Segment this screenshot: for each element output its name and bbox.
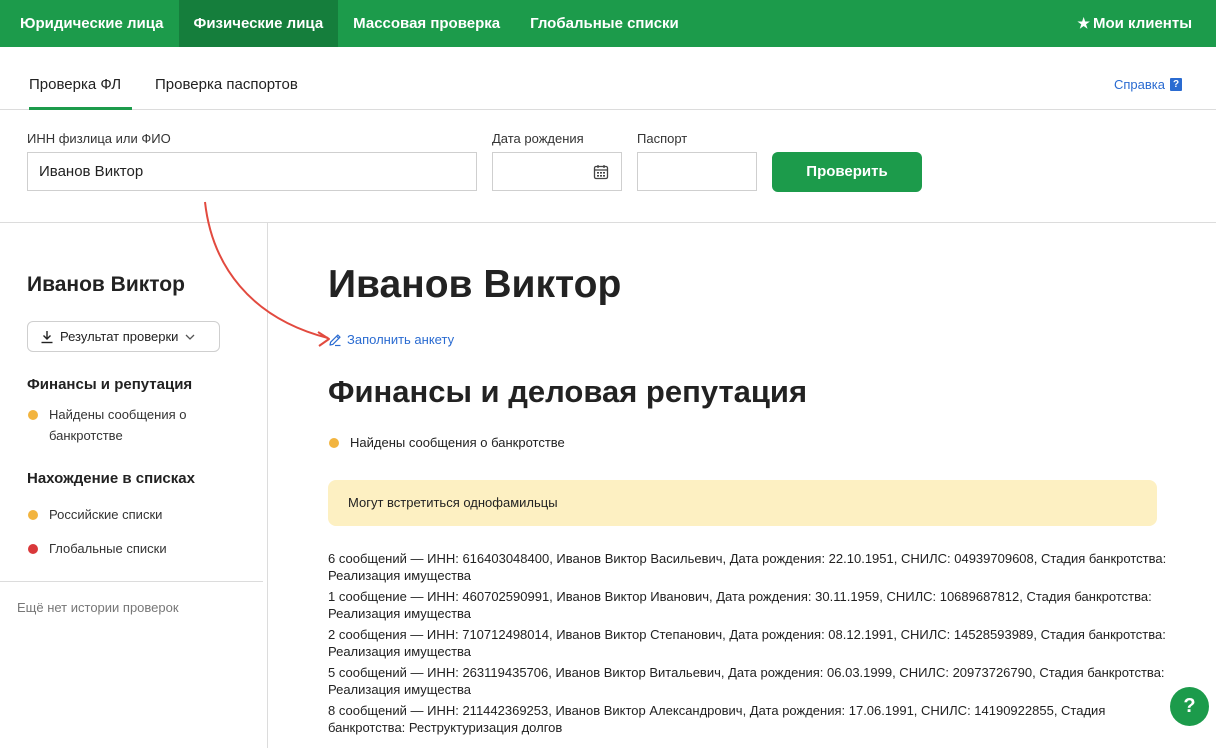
sidebar-item-label: Российские списки: [49, 507, 163, 522]
status-dot-icon: [28, 410, 38, 420]
help-chat-button[interactable]: ?: [1170, 687, 1209, 726]
list-item: 2 сообщения — ИНН: 710712498014, Иванов …: [328, 627, 1166, 659]
name-input[interactable]: Иванов Виктор: [27, 152, 477, 191]
list-item: 1 сообщение — ИНН: 460702590991, Иванов …: [328, 589, 1152, 621]
list-item: 6 сообщений — ИНН: 616403048400, Иванов …: [328, 551, 1167, 583]
name-field-label: ИНН физлица или ФИО: [27, 131, 171, 146]
result-button-label: Результат проверки: [60, 329, 179, 344]
main-content: Иванов Виктор Заполнить анкету Финансы и…: [268, 223, 1216, 748]
sidebar-item-label: Найдены сообщения о банкротстве: [49, 407, 187, 443]
bankruptcy-status-label: Найдены сообщения о банкротстве: [350, 435, 565, 450]
passport-label: Паспорт: [637, 131, 688, 146]
status-dot-icon: [28, 544, 38, 554]
nav-legal-entities[interactable]: Юридические лица: [0, 0, 179, 47]
check-button[interactable]: Проверить: [772, 152, 922, 192]
list-item: 5 сообщений — ИНН: 263119435706, Иванов …: [328, 665, 1165, 697]
nav-mass-check[interactable]: Массовая проверка: [338, 0, 515, 47]
sidebar: Иванов Виктор Результат проверки Финансы…: [0, 223, 268, 748]
sidebar-section-finance: Финансы и репутация: [27, 376, 193, 393]
section-heading: Финансы и деловая репутация: [328, 374, 808, 409]
history-empty-text: Ещё нет истории проверок: [17, 600, 179, 615]
my-clients-link[interactable]: ★ Мои клиенты: [1077, 0, 1192, 47]
nav-individuals[interactable]: Физические лица: [178, 0, 339, 47]
top-navigation: Юридические лица Физические лица Массова…: [0, 0, 1216, 47]
status-dot-icon: [329, 438, 339, 448]
question-icon: ?: [1170, 78, 1182, 91]
page-title: Иванов Виктор: [328, 263, 622, 306]
pencil-icon: [329, 333, 341, 346]
help-link[interactable]: Справка ?: [1114, 77, 1182, 92]
my-clients-label: Мои клиенты: [1092, 15, 1192, 32]
fill-questionnaire-link[interactable]: Заполнить анкету: [328, 332, 454, 347]
passport-input[interactable]: [637, 152, 757, 191]
status-dot-icon: [28, 510, 38, 520]
chevron-down-icon: [185, 334, 195, 340]
namesakes-notice: Могут встретиться однофамильцы: [328, 480, 1157, 526]
tab-individual-check[interactable]: Проверка ФЛ: [29, 47, 132, 110]
birth-date-input[interactable]: [492, 152, 622, 191]
search-form: ИНН физлица или ФИО Иванов Виктор Дата р…: [0, 110, 1216, 223]
download-icon: [41, 330, 53, 343]
tab-passport-check[interactable]: Проверка паспортов: [155, 47, 298, 110]
bankruptcy-status-item: Найдены сообщения о банкротстве: [328, 433, 565, 453]
sub-tabs: Проверка ФЛ Проверка паспортов Справка ?: [0, 47, 1216, 110]
sidebar-item-russian-lists[interactable]: Российские списки: [27, 504, 247, 525]
bankruptcy-results-list: 6 сообщений — ИНН: 616403048400, Иванов …: [328, 550, 1168, 740]
birth-date-label: Дата рождения: [492, 131, 584, 146]
sidebar-item-label: Глобальные списки: [49, 541, 167, 556]
sidebar-person-name: Иванов Виктор: [27, 273, 185, 296]
list-item: 8 сообщений — ИНН: 211442369253, Иванов …: [328, 703, 1106, 735]
sidebar-item-bankruptcy[interactable]: Найдены сообщения о банкротстве: [27, 404, 247, 446]
star-icon: ★: [1077, 15, 1090, 31]
sidebar-item-global-lists[interactable]: Глобальные списки: [27, 538, 247, 559]
sidebar-divider: [0, 581, 263, 582]
result-download-button[interactable]: Результат проверки: [27, 321, 220, 352]
fill-link-label: Заполнить анкету: [347, 332, 455, 347]
sidebar-section-lists: Нахождение в списках: [27, 470, 195, 487]
calendar-icon[interactable]: [593, 164, 609, 180]
nav-global-lists[interactable]: Глобальные списки: [515, 0, 694, 47]
help-label: Справка: [1114, 77, 1165, 92]
